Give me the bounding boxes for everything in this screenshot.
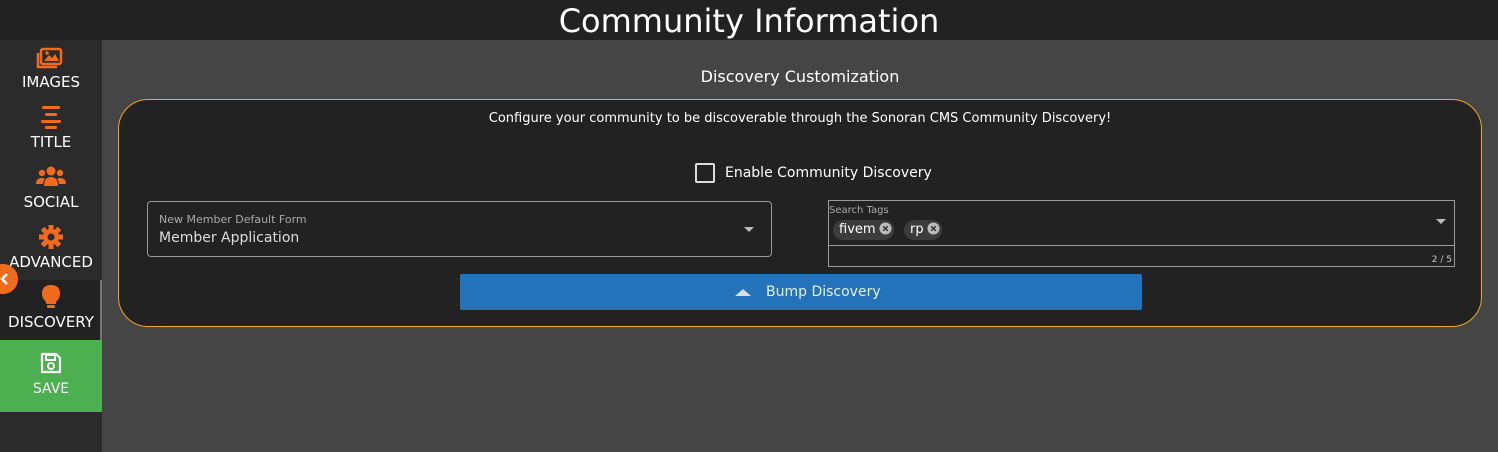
tag-counter: 2 / 5 (1431, 255, 1452, 265)
bump-discovery-label: Bump Discovery (766, 284, 881, 300)
sidebar-item-discovery[interactable]: DISCOVERY (0, 280, 102, 340)
arrow-up-icon (735, 289, 751, 296)
chevron-down-icon (744, 227, 754, 232)
sidebar-item-images[interactable]: IMAGES (0, 40, 102, 100)
remove-tag-icon[interactable] (879, 222, 892, 235)
search-tags-label: Search Tags (829, 205, 889, 216)
sidebar-item-title[interactable]: TITLE (0, 100, 102, 160)
save-label: SAVE (32, 381, 70, 397)
align-center-icon (41, 106, 61, 129)
sidebar-item-label: TITLE (30, 133, 72, 151)
page-title: Community Information (0, 0, 1498, 40)
tag-chip-label: fivem (839, 222, 876, 237)
tag-chip-label: rp (910, 222, 924, 237)
lightbulb-icon (42, 285, 60, 308)
sidebar: IMAGES TITLE SOCIAL ADVANCED DISCOVERY S… (0, 40, 102, 452)
enable-discovery-checkbox[interactable] (695, 163, 715, 183)
chevron-down-icon (1436, 219, 1446, 224)
gear-icon (39, 225, 63, 249)
sidebar-item-label: ADVANCED (9, 253, 93, 271)
sidebar-item-social[interactable]: SOCIAL (0, 160, 102, 220)
enable-discovery-label: Enable Community Discovery (725, 165, 932, 181)
tag-chip: rp (904, 220, 942, 240)
floppy-disk-icon (40, 352, 62, 374)
chevron-left-icon (0, 273, 8, 285)
default-form-value: Member Application (159, 230, 300, 246)
section-heading: Discovery Customization (700, 67, 900, 86)
search-tags-input[interactable]: Search Tags fivem rp (828, 200, 1455, 246)
default-form-select[interactable]: New Member Default Form Member Applicati… (147, 201, 772, 257)
discovery-card: Configure your community to be discovera… (118, 99, 1482, 327)
sidebar-item-label: DISCOVERY (8, 313, 94, 331)
search-tags-footer: 2 / 5 (828, 245, 1455, 267)
sidebar-item-label: SOCIAL (23, 193, 79, 211)
default-form-label: New Member Default Form (159, 213, 307, 226)
tag-chip: fivem (833, 220, 894, 240)
users-icon (36, 166, 66, 186)
save-button[interactable]: SAVE (0, 340, 102, 412)
bump-discovery-button[interactable]: Bump Discovery (460, 274, 1142, 310)
sidebar-item-label: IMAGES (22, 73, 80, 91)
discovery-description: Configure your community to be discovera… (488, 111, 1112, 126)
images-icon (36, 47, 63, 69)
remove-tag-icon[interactable] (927, 222, 940, 235)
